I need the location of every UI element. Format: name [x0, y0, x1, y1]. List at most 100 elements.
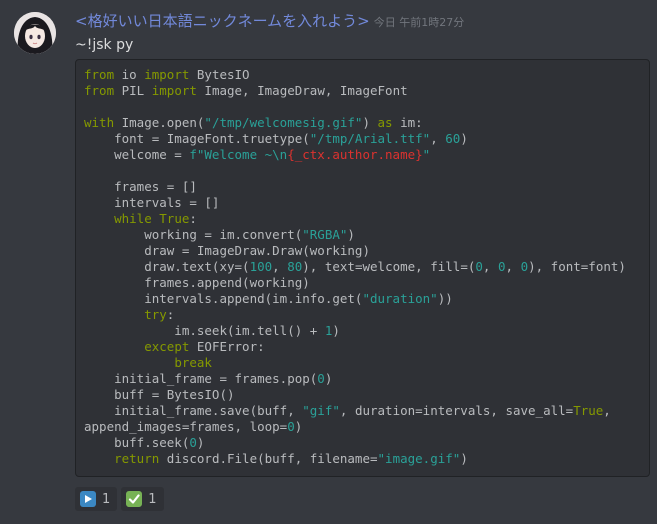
code-token: BytesIO — [189, 67, 250, 82]
code-block: from io import BytesIO from PIL import Im… — [75, 59, 650, 477]
reaction-play[interactable]: 1 — [75, 487, 118, 511]
timestamp: 今日 午前1時27分 — [373, 16, 465, 29]
code-line: font = ImageFont.truetype("/tmp/Arial.tt… — [84, 131, 641, 147]
code-token: from — [84, 83, 115, 98]
code-token: ), font=font) — [528, 259, 626, 274]
code-token: Image, ImageDraw, ImageFont — [196, 83, 408, 98]
code-token: 100 — [249, 259, 273, 274]
code-line: while True: — [84, 211, 641, 227]
code-line: buff.seek(0) — [84, 435, 641, 451]
code-token: ) — [362, 115, 378, 130]
code-token: as — [377, 115, 393, 130]
code-token: import — [144, 67, 190, 82]
code-line: intervals.append(im.info.get("duration")… — [84, 291, 641, 307]
code-line: frames = [] — [84, 179, 641, 195]
code-line: welcome = f"Welcome ~\n{_ctx.author.name… — [84, 147, 641, 163]
code-line: append_images=frames, loop=0) — [84, 419, 641, 435]
code-token: , — [505, 259, 521, 274]
code-token: ) — [324, 371, 333, 386]
code-token: with — [84, 115, 115, 130]
code-token: PIL — [114, 83, 152, 98]
code-token: from — [84, 67, 115, 82]
code-line: with Image.open("/tmp/welcomesig.gif") a… — [84, 115, 641, 131]
code-token: ), text=welcome, fill=( — [302, 259, 476, 274]
code-line: break — [84, 355, 641, 371]
code-token: 0 — [189, 435, 197, 450]
code-token: {_ctx.author.name} — [287, 147, 423, 162]
code-token: buff.seek( — [84, 435, 190, 450]
code-token: EOFError: — [189, 339, 265, 354]
reaction-check[interactable]: 1 — [121, 487, 164, 511]
code-token: im: — [392, 115, 423, 130]
code-token: append_images=frames, loop= — [84, 419, 288, 434]
message-header: <格好いい日本語ニックネームを入れよう> 今日 午前1時27分 — [75, 12, 464, 32]
code-token: 0 — [520, 259, 529, 274]
code-token: True — [159, 211, 190, 226]
code-line: from PIL import Image, ImageDraw, ImageF… — [84, 83, 641, 99]
code-token: try — [144, 307, 167, 322]
code-token: draw.text(xy=( — [84, 259, 250, 274]
code-token: io — [114, 67, 145, 82]
reaction-count: 1 — [148, 491, 157, 507]
code-token: "duration" — [362, 291, 438, 306]
code-token: "/tmp/Arial.ttf" — [309, 131, 431, 146]
code-line: im.seek(im.tell() + 1) — [84, 323, 641, 339]
code-token: 0 — [497, 259, 506, 274]
check-mark-icon — [126, 491, 143, 507]
code-line: working = im.convert("RGBA") — [84, 227, 641, 243]
code-token: ) — [460, 451, 468, 466]
code-token: intervals = [] — [84, 195, 220, 210]
code-token: break — [174, 355, 212, 370]
code-text: from io import BytesIO from PIL import Im… — [76, 60, 649, 467]
code-token: 0 — [287, 419, 295, 434]
code-token: , — [603, 403, 611, 418]
code-token: draw = ImageDraw.Draw(working) — [84, 243, 370, 258]
code-token: font = ImageFont.truetype( — [84, 131, 310, 146]
anime-girl-avatar-icon — [14, 12, 56, 54]
code-token: , — [430, 131, 446, 146]
code-token: True — [573, 403, 604, 418]
code-token: : — [189, 211, 197, 226]
code-token: initial_frame.save(buff, — [84, 403, 303, 418]
code-token: initial_frame = frames.pop( — [84, 371, 318, 386]
code-line: initial_frame.save(buff, "gif", duration… — [84, 403, 641, 419]
code-token: except — [144, 339, 190, 354]
code-token: 0 — [475, 259, 483, 274]
code-token: intervals.append(im.info.get( — [84, 291, 363, 306]
code-token: , duration=intervals, save_all= — [339, 403, 574, 418]
code-token: ) — [294, 419, 303, 434]
code-token: "image.gif" — [377, 451, 461, 466]
code-line: draw.text(xy=(100, 80), text=welcome, fi… — [84, 259, 641, 275]
code-token: "/tmp/welcomesig.gif" — [204, 115, 363, 130]
code-token: import — [151, 83, 197, 98]
code-line: intervals = [] — [84, 195, 641, 211]
code-token: discord.File(buff, filename= — [159, 451, 378, 466]
code-token: , — [272, 259, 288, 274]
code-token: " — [422, 147, 431, 162]
code-token: 80 — [287, 259, 303, 274]
play-button-icon — [80, 491, 96, 507]
code-token: : — [166, 307, 175, 322]
code-token: 0 — [317, 371, 325, 386]
code-token: return — [114, 451, 160, 466]
code-token: buff = BytesIO() — [84, 387, 235, 402]
code-line: try: — [84, 307, 641, 323]
code-line: buff = BytesIO() — [84, 387, 641, 403]
code-token: welcome = — [84, 147, 190, 162]
avatar[interactable] — [14, 12, 56, 54]
code-token: Image.open( — [114, 115, 205, 130]
code-token: frames = [] — [84, 179, 197, 194]
username[interactable]: <格好いい日本語ニックネームを入れよう> — [75, 12, 370, 30]
code-token: frames.append(working) — [84, 275, 310, 290]
code-line: from io import BytesIO — [84, 67, 641, 83]
code-token: 60 — [445, 131, 461, 146]
code-line: frames.append(working) — [84, 275, 641, 291]
code-token: ) — [332, 323, 340, 338]
reaction-count: 1 — [102, 491, 111, 507]
